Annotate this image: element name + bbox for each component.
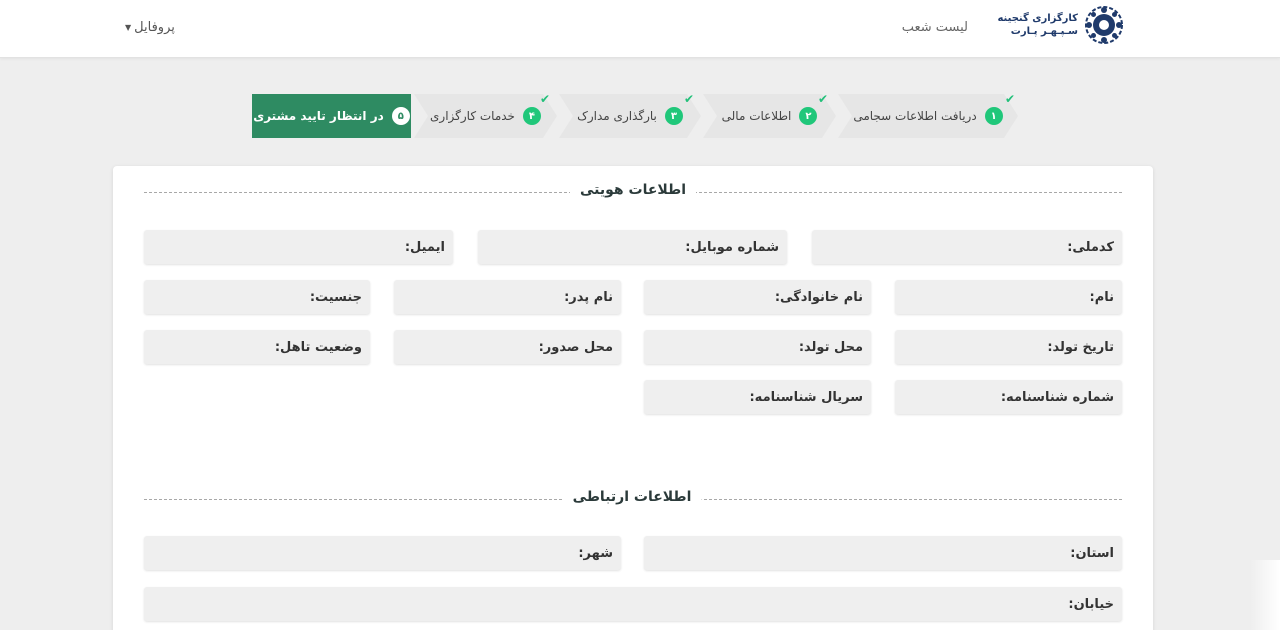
field-label: نام خانوادگی: [774,289,863,305]
field-label: شماره موبایل: [685,239,779,255]
step-label: اطلاعات مالی [721,109,792,123]
top-navbar: کارگزاری گنجینه سـپـهـر پـارت لیست شعب پ… [0,0,1280,58]
field-label: نام پدر: [564,289,613,305]
field-label: استان: [1070,545,1114,561]
section-title-contact: اطلاعات ارتباطی [562,489,702,505]
field-marital-status[interactable]: وضعیت تاهل: [144,330,370,364]
profile-label: پروفایل [134,20,175,35]
step-number: ۳ [665,107,683,125]
form-card: اطلاعات هویتی کدملی: شماره موبایل: ایمیل… [113,166,1153,630]
brand-line-1: کارگزاری گنجینه [997,13,1078,24]
field-national-code[interactable]: کدملی: [812,230,1122,264]
field-label: ایمیل: [404,239,445,255]
step-sejam-info[interactable]: ۱ دریافت اطلاعات سجامی [838,94,1018,138]
field-city[interactable]: شهر: [144,536,621,570]
check-icon: ✔ [684,92,695,106]
brand-logo[interactable]: کارگزاری گنجینه سـپـهـر پـارت [997,5,1124,45]
profile-dropdown[interactable]: پروفایل ▼ [125,20,175,35]
step-upload-documents[interactable]: ۳ بارگذاری مدارک [559,94,701,138]
field-label: شهر: [578,545,613,561]
nav-branches-link[interactable]: لیست شعب [902,20,968,35]
field-gender[interactable]: جنسیت: [144,280,370,314]
field-id-number[interactable]: شماره شناسنامه: [895,380,1122,414]
field-label: جنسیت: [309,289,362,305]
step-number: ۵ [391,107,410,125]
step-label: در انتظار تایید مشتری [253,109,384,123]
field-label: محل تولد: [798,339,863,355]
caret-down-icon: ▼ [125,23,132,32]
field-issue-place[interactable]: محل صدور: [394,330,621,364]
check-icon: ✔ [540,92,551,106]
field-mobile[interactable]: شماره موبایل: [478,230,787,264]
step-number: ۲ [799,107,817,125]
field-first-name[interactable]: نام: [895,280,1122,314]
check-icon: ✔ [818,92,829,106]
field-label: شماره شناسنامه: [1000,389,1114,405]
field-birth-date[interactable]: تاریخ تولد: [895,330,1122,364]
field-label: خیابان: [1068,596,1114,612]
field-id-serial[interactable]: سریال شناسنامه: [644,380,871,414]
step-label: بارگذاری مدارک [577,109,657,123]
step-awaiting-confirmation[interactable]: ۵ در انتظار تایید مشتری [252,94,411,138]
field-birth-place[interactable]: محل تولد: [644,330,871,364]
field-label: سریال شناسنامه: [749,389,863,405]
field-province[interactable]: استان: [644,536,1122,570]
step-number: ۴ [523,107,541,125]
field-last-name[interactable]: نام خانوادگی: [644,280,871,314]
step-number: ۱ [985,107,1003,125]
field-email[interactable]: ایمیل: [144,230,453,264]
step-financial-info[interactable]: ۲ اطلاعات مالی [703,94,836,138]
field-label: کدملی: [1067,239,1114,255]
field-label: نام: [1089,289,1115,305]
step-label: خدمات کارگزاری [430,109,515,123]
field-label: محل صدور: [538,339,613,355]
step-label: دریافت اطلاعات سجامی [853,109,977,123]
edge-highlight [1250,560,1280,630]
field-label: وضعیت تاهل: [274,339,362,355]
brand-line-2: سـپـهـر پـارت [1010,26,1078,37]
check-icon: ✔ [1005,92,1016,106]
field-label: تاریخ تولد: [1047,339,1114,355]
field-father-name[interactable]: نام پدر: [394,280,621,314]
section-title-identity: اطلاعات هویتی [570,182,696,198]
brand-name: کارگزاری گنجینه سـپـهـر پـارت [997,12,1078,38]
field-street[interactable]: خیابان: [144,587,1122,621]
logo-icon [1085,6,1123,44]
step-brokerage-services[interactable]: ۴ خدمات کارگزاری [414,94,557,138]
